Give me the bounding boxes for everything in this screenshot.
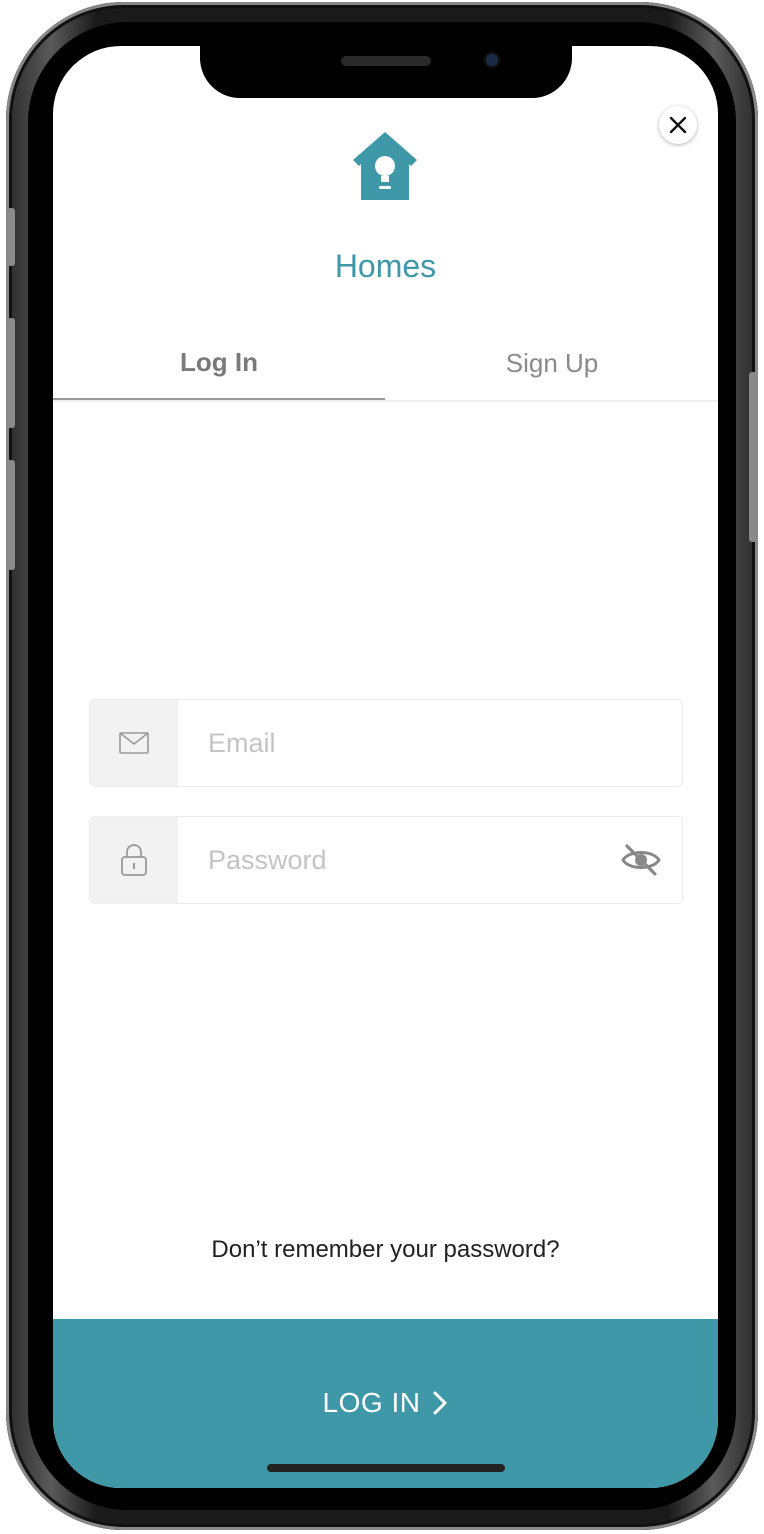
tab-log-in[interactable]: Log In <box>53 326 385 400</box>
app-screen: Homes Log In Sign Up Email Don’t remembe… <box>53 46 718 1488</box>
home-indicator[interactable] <box>267 1464 505 1472</box>
chevron-right-icon <box>433 1391 447 1415</box>
email-field-container <box>89 699 683 787</box>
volume-up-button <box>7 318 15 428</box>
eye-off-icon <box>621 844 661 876</box>
password-visibility-toggle[interactable] <box>620 839 662 881</box>
speaker <box>341 56 431 66</box>
close-button[interactable] <box>659 106 697 144</box>
app-title: Homes <box>334 248 437 284</box>
power-button <box>749 372 757 542</box>
mute-switch <box>7 208 15 266</box>
mail-icon <box>119 732 149 754</box>
lock-icon <box>121 844 147 876</box>
auth-tabs: Log In Sign Up <box>53 326 718 402</box>
notch <box>200 46 572 98</box>
close-icon <box>669 116 687 134</box>
password-input[interactable] <box>208 817 608 903</box>
email-icon-box <box>90 700 178 786</box>
password-field-container <box>89 816 683 904</box>
birdhouse-logo-icon <box>353 132 417 200</box>
tab-sign-up[interactable]: Sign Up <box>386 326 718 400</box>
forgot-password-link[interactable]: Don’t remember your password? <box>53 1236 718 1264</box>
password-icon-box <box>90 817 178 903</box>
log-in-button-label: LOG IN <box>322 1387 421 1418</box>
front-camera <box>484 52 500 68</box>
log-in-button[interactable]: LOG IN <box>53 1319 718 1488</box>
volume-down-button <box>7 460 15 570</box>
email-input[interactable] <box>208 700 608 786</box>
